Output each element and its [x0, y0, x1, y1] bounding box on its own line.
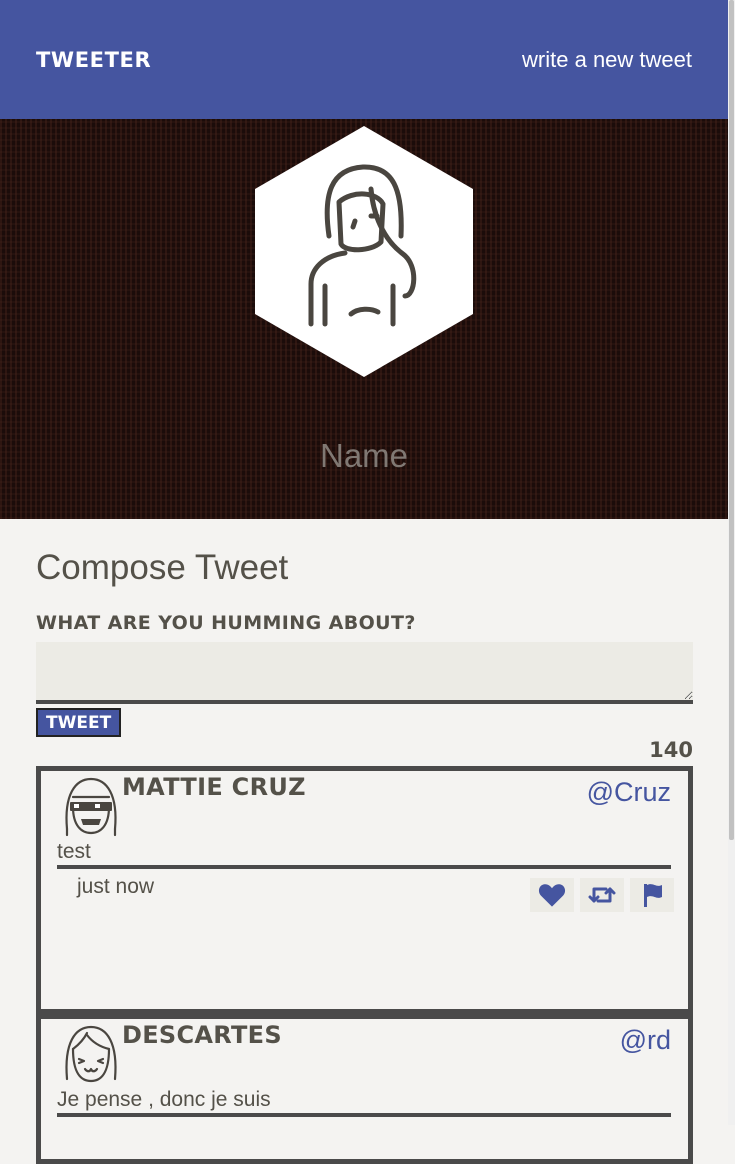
- profile-name: Name: [319, 437, 409, 474]
- tweet-content: test: [57, 840, 91, 863]
- tweet-content: Je pense , donc je suis: [57, 1088, 271, 1111]
- tweet-author-handle[interactable]: @Cruz: [587, 777, 671, 808]
- flag-icon: [644, 884, 662, 907]
- flag-button[interactable]: [630, 878, 674, 912]
- compose-section: Compose Tweet What are you humming about…: [36, 548, 693, 762]
- tweet-author-name: Descartes: [122, 1021, 282, 1049]
- tweet-author-handle[interactable]: @rd: [620, 1025, 671, 1056]
- profile-banner: Name: [0, 119, 728, 519]
- compose-label: What are you humming about?: [36, 612, 416, 634]
- retweet-icon: [588, 887, 616, 903]
- tweet-card: Descartes @rd Je pense , donc je suis: [36, 1014, 693, 1164]
- like-button[interactable]: [530, 878, 574, 912]
- tweet-divider: [57, 1113, 671, 1117]
- tweet-avatar: [65, 777, 117, 837]
- compose-title: Compose Tweet: [36, 548, 289, 587]
- char-counter: 140: [649, 738, 693, 762]
- tweet-timestamp: just now: [77, 875, 155, 898]
- tweet-textarea[interactable]: [36, 642, 693, 704]
- retweet-button[interactable]: [580, 878, 624, 912]
- tweet-avatar: [65, 1025, 117, 1083]
- top-nav: Tweeter write a new tweet: [0, 0, 728, 119]
- tweet-button[interactable]: Tweet: [36, 708, 122, 737]
- tweet-card: Mattie Cruz @Cruz test just now: [36, 766, 693, 1014]
- tweet-divider: [57, 865, 671, 869]
- scrollbar-thumb[interactable]: [729, 0, 734, 840]
- tweet-actions: [530, 878, 674, 912]
- profile-avatar: [255, 126, 473, 377]
- heart-icon: [538, 884, 566, 907]
- brand-logo[interactable]: Tweeter: [36, 48, 151, 72]
- write-tweet-link[interactable]: write a new tweet: [522, 47, 692, 73]
- tweet-author-name: Mattie Cruz: [122, 773, 306, 801]
